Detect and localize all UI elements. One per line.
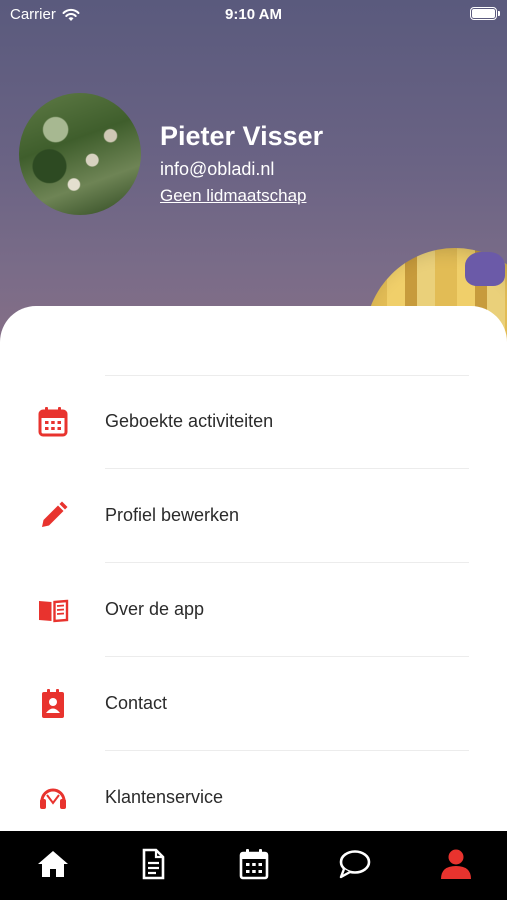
- tab-profile[interactable]: [438, 846, 474, 882]
- tab-messages[interactable]: [337, 846, 373, 882]
- menu-item-label: Over de app: [105, 599, 205, 619]
- menu-item-customer-service[interactable]: Klantenservice: [0, 768, 507, 828]
- status-bar: Carrier 9:10 AM: [0, 0, 507, 28]
- user-email: info@obladi.nl: [160, 159, 275, 179]
- menu-item-label: Geboekte activiteiten: [105, 411, 274, 431]
- tab-documents[interactable]: [135, 846, 171, 882]
- menu-card: Geboekte activiteiten Profiel bewerken O…: [0, 306, 507, 846]
- divider: [105, 562, 469, 563]
- menu-item-label: Contact: [105, 693, 168, 713]
- menu-item-about-app[interactable]: Over de app: [0, 580, 507, 640]
- divider: [105, 750, 469, 751]
- pencil-icon: [42, 501, 68, 527]
- user-name: Pieter Visser: [160, 121, 324, 151]
- menu-item-label: Profiel bewerken: [105, 505, 240, 525]
- menu-item-edit-profile[interactable]: Profiel bewerken: [0, 486, 507, 546]
- membership-link[interactable]: Geen lidmaatschap: [160, 186, 306, 206]
- tab-calendar[interactable]: [236, 846, 272, 882]
- headset-icon: [40, 788, 66, 809]
- avatar[interactable]: [19, 93, 141, 215]
- menu-item-booked-activities[interactable]: Geboekte activiteiten: [0, 392, 507, 452]
- tab-home[interactable]: [35, 846, 71, 882]
- tab-bar: [0, 831, 507, 900]
- divider: [105, 468, 469, 469]
- divider: [105, 656, 469, 657]
- battery-icon: [470, 7, 500, 20]
- book-icon: [39, 599, 69, 623]
- contact-card-icon: [42, 689, 64, 718]
- calendar-icon: [38, 407, 68, 437]
- menu-item-contact[interactable]: Contact: [0, 674, 507, 734]
- divider: [105, 375, 469, 376]
- clock: 9:10 AM: [225, 6, 282, 23]
- menu-item-label: Klantenservice: [105, 787, 224, 807]
